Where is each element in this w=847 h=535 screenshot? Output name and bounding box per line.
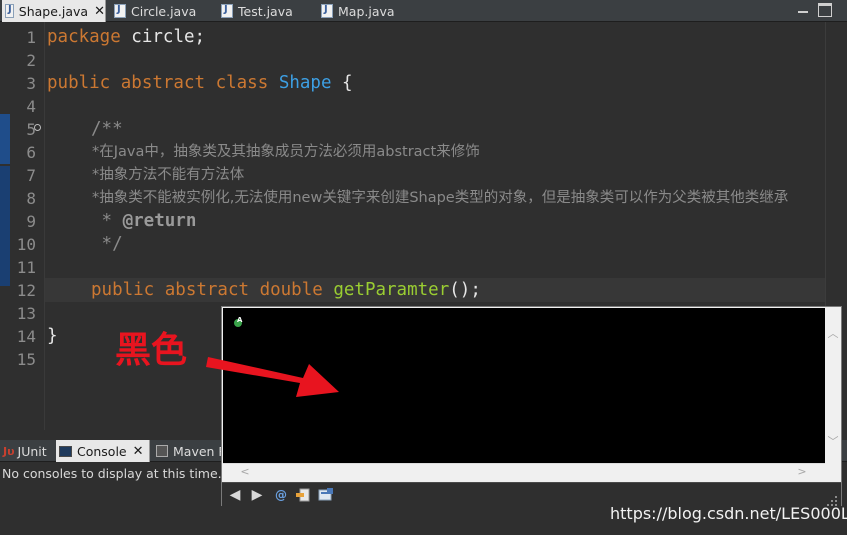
tab-test-java[interactable]: Test.java: [221, 0, 293, 22]
back-arrow-icon[interactable]: ◀: [227, 487, 243, 503]
tab-label: Map.java: [338, 3, 395, 19]
line-number: 14: [16, 327, 36, 346]
close-icon[interactable]: ✕: [94, 4, 105, 19]
code-line-12: public abstract double getParamter();: [91, 279, 481, 302]
code-line-1: package circle;: [47, 26, 205, 49]
tab-label: Test.java: [238, 3, 293, 19]
gutter-divider: [44, 22, 45, 430]
svg-text:A: A: [237, 316, 243, 324]
javadoc-tag: @return: [122, 211, 197, 231]
keyword: public abstract class: [47, 73, 269, 93]
line-number: 3: [26, 74, 36, 93]
line-number: 12: [16, 281, 36, 300]
line-number: 1: [26, 28, 36, 47]
tab-console[interactable]: Console ✕: [56, 440, 150, 462]
comment-line-8: *抽象类不能被实例化,无法使用new关键字来创建Shape类型的对象，但是抽象类…: [92, 190, 789, 206]
open-declaration-icon[interactable]: [295, 487, 311, 503]
java-file-icon: [5, 4, 14, 18]
change-marker: [0, 166, 10, 286]
tab-maven[interactable]: Maven R: [156, 440, 227, 462]
code-text: {: [331, 73, 353, 93]
watermark: https://blog.csdn.net/LES000LIE: [610, 504, 847, 523]
tab-label: Shape.java: [18, 3, 89, 19]
code-line-3: public abstract class Shape {: [47, 72, 353, 95]
class-name: Shape: [278, 73, 332, 93]
comment-star: *: [91, 211, 123, 231]
editor-tab-bar: Shape.java ✕ Circle.java Test.java Map.j…: [0, 0, 847, 22]
code-line-14: }: [47, 326, 58, 346]
minimize-icon[interactable]: [796, 3, 810, 17]
abstract-method-icon: A: [234, 316, 243, 327]
code-line-10: */: [91, 234, 123, 254]
line-number: 10: [16, 235, 36, 254]
scroll-right-icon[interactable]: >: [796, 466, 808, 478]
tab-shape-java[interactable]: Shape.java ✕: [2, 0, 106, 22]
scroll-left-icon[interactable]: <: [239, 466, 251, 478]
open-attached-javadoc-icon[interactable]: [318, 487, 334, 503]
forward-arrow-icon[interactable]: ▶: [249, 487, 265, 503]
line-number: 8: [26, 189, 36, 208]
tab-label: Maven R: [173, 443, 228, 459]
line-number-gutter: 1 2 3 4 5 6 7 8 9 10 11 12 13 14 15: [0, 22, 44, 430]
line-number: 9: [26, 212, 36, 231]
code-line-9: * @return: [91, 210, 197, 233]
junit-icon: Jυ: [3, 444, 15, 458]
code-line-5: /**: [91, 119, 123, 139]
popup-content-area: A: [223, 308, 825, 463]
tab-circle-java[interactable]: Circle.java: [114, 0, 196, 22]
line-number: 2: [26, 51, 36, 70]
tab-label: Console: [77, 443, 127, 459]
line-number: 5: [26, 120, 36, 139]
fold-toggle-icon[interactable]: [34, 124, 41, 131]
line-number: 6: [26, 143, 36, 162]
tab-map-java[interactable]: Map.java: [321, 0, 395, 22]
line-number: 7: [26, 166, 36, 185]
line-number: 15: [16, 350, 36, 369]
tab-junit[interactable]: Jυ JUnit: [3, 440, 47, 462]
change-marker: [0, 114, 10, 164]
console-icon: [59, 445, 72, 457]
keyword: public abstract double: [91, 280, 323, 300]
line-number: 4: [26, 97, 36, 116]
annotation-label: 黑色: [115, 330, 188, 371]
vertical-scrollbar[interactable]: ︿ ﹀: [825, 308, 841, 463]
horizontal-scrollbar[interactable]: < >: [223, 463, 825, 481]
line-number: 13: [16, 304, 36, 323]
code-text: ();: [449, 280, 481, 300]
method-name: getParamter: [333, 280, 450, 300]
at-icon[interactable]: @: [273, 487, 289, 503]
tab-label: JUnit: [17, 443, 47, 459]
scroll-down-icon[interactable]: ﹀: [827, 436, 839, 448]
comment-line-7: *抽象方法不能有方法体: [92, 167, 245, 183]
maximize-icon[interactable]: [818, 3, 832, 17]
maven-icon: [156, 445, 168, 457]
java-file-icon: [321, 4, 333, 18]
popup-toolbar: ◀ ▶ @: [222, 482, 841, 506]
code-text: circle;: [120, 27, 206, 47]
keyword: package: [47, 27, 121, 47]
tab-label: Circle.java: [131, 3, 197, 19]
javadoc-hover-popup: A ︿ ﹀ < > ◀ ▶ @: [221, 306, 842, 506]
java-file-icon: [114, 4, 126, 18]
line-number: 11: [16, 258, 36, 277]
java-file-icon: [221, 4, 233, 18]
close-icon[interactable]: ✕: [133, 444, 144, 459]
console-empty-message: No consoles to display at this time.: [2, 466, 222, 481]
comment-line-6: *在Java中，抽象类及其抽象成员方法必须用abstract来修饰: [92, 144, 480, 160]
scroll-up-icon[interactable]: ︿: [827, 328, 839, 340]
